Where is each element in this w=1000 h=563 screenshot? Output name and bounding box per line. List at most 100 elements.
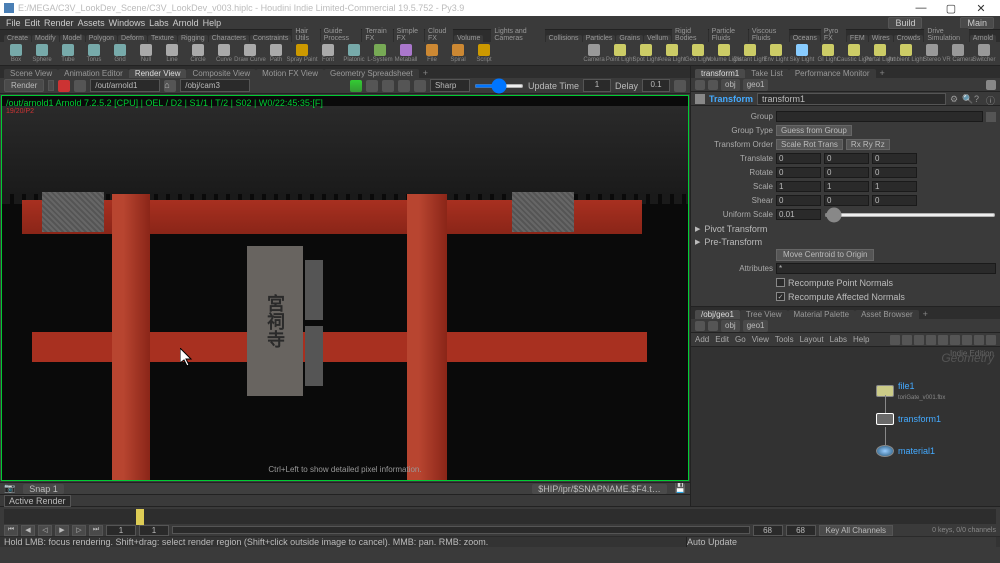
net-tool-icon[interactable]: [962, 335, 972, 345]
shelf-set-dropdown[interactable]: Main: [960, 17, 994, 29]
shelf-tool-stereo[interactable]: Stereo: [920, 44, 944, 64]
tab-geo-spreadsheet[interactable]: Geometry Spreadsheet: [324, 69, 419, 78]
node-material[interactable]: material1: [876, 445, 935, 457]
net-tool-icon[interactable]: [914, 335, 924, 345]
tab-anim-editor[interactable]: Animation Editor: [58, 69, 129, 78]
net-menu-help[interactable]: Help: [853, 335, 869, 344]
net-tool-icon[interactable]: [938, 335, 948, 345]
zoom-slider[interactable]: [474, 84, 524, 88]
aov-icon[interactable]: [350, 80, 362, 92]
prev-frame-button[interactable]: ◀: [21, 525, 35, 536]
pivot-transform-toggle[interactable]: ▶Pivot Transform: [695, 222, 996, 235]
node-name-field[interactable]: transform1: [757, 93, 946, 105]
shelf-tool-point-light[interactable]: Point Light: [608, 44, 632, 64]
nav-back-icon[interactable]: [695, 321, 705, 331]
shelf-tab[interactable]: Drive Simulation: [924, 28, 968, 42]
output-path[interactable]: $HIP/ipr/$SNAPNAME.$F4.t…: [532, 484, 667, 494]
key-all-button[interactable]: Key All Channels: [819, 525, 893, 536]
tab-perfmon[interactable]: Performance Monitor: [789, 69, 876, 78]
net-menu-layout[interactable]: Layout: [800, 335, 824, 344]
menu-file[interactable]: File: [6, 18, 21, 28]
shelf-tool-spiral[interactable]: Spiral: [446, 44, 470, 64]
attributes-field[interactable]: *: [776, 263, 996, 274]
active-render-dropdown[interactable]: Active Render: [4, 495, 71, 507]
end-frame-field[interactable]: 68: [753, 525, 783, 536]
group-picker-icon[interactable]: [986, 112, 996, 122]
tab-network[interactable]: /obj/geo1: [695, 310, 740, 319]
stop-render-icon[interactable]: [58, 80, 70, 92]
shelf-tab[interactable]: Guide Process: [321, 28, 362, 42]
path-segment-obj[interactable]: obj: [721, 79, 740, 91]
shelf-tool-script[interactable]: Script: [472, 44, 496, 64]
tab-tree-view[interactable]: Tree View: [740, 310, 788, 319]
render-button[interactable]: Render: [4, 79, 44, 92]
net-tool-icon[interactable]: [902, 335, 912, 345]
net-tool-icon[interactable]: [974, 335, 984, 345]
correction-icon[interactable]: [366, 80, 378, 92]
rot-order-dropdown[interactable]: Rx Ry Rz: [846, 139, 890, 150]
first-frame-button[interactable]: ⏮: [4, 525, 18, 536]
shelf-tab[interactable]: Arnold: [970, 35, 996, 42]
shelf-tool-curve[interactable]: Curve: [212, 44, 236, 64]
tab-render-view[interactable]: Render View: [129, 69, 187, 78]
display-mode-dropdown[interactable]: Sharp: [430, 79, 470, 92]
search-icon[interactable]: 🔍: [962, 94, 972, 104]
shelf-tool-distant-light[interactable]: Distant Light: [738, 44, 762, 64]
path-segment-geo[interactable]: geo1: [743, 320, 769, 332]
timeline-track[interactable]: [4, 509, 996, 524]
net-menu-add[interactable]: Add: [695, 335, 709, 344]
tab-composite-view[interactable]: Composite View: [186, 69, 256, 78]
shelf-tool-tube[interactable]: Tube: [56, 44, 80, 64]
shelf-tool-spray-paint[interactable]: Spray Paint: [290, 44, 314, 64]
nav-fwd-icon[interactable]: [708, 80, 718, 90]
shelf-tab[interactable]: Viscous Fluids: [749, 28, 789, 42]
shelf-tab[interactable]: Hair Utils: [292, 28, 319, 42]
shelf-tool-switcher[interactable]: Switcher: [972, 44, 996, 64]
nav-fwd-icon[interactable]: [708, 321, 718, 331]
nav-back-icon[interactable]: [695, 80, 705, 90]
frame-scrub[interactable]: [172, 526, 750, 534]
shelf-tool-box[interactable]: Box: [4, 44, 28, 64]
shelf-tab[interactable]: Rigid Bodies: [672, 28, 708, 42]
shelf-tab[interactable]: Rigging: [178, 35, 208, 42]
tab-take-list[interactable]: Take List: [745, 69, 789, 78]
menu-render[interactable]: Render: [44, 18, 74, 28]
menu-arnold[interactable]: Arnold: [173, 18, 199, 28]
shelf-tab[interactable]: Cloud FX: [425, 28, 453, 42]
shelf-tool-area-light[interactable]: Area Light: [660, 44, 684, 64]
tab-motionfx-view[interactable]: Motion FX View: [256, 69, 324, 78]
camera-path-dropdown[interactable]: /obj/cam3: [180, 79, 250, 92]
translate-z[interactable]: 0: [872, 153, 917, 164]
shelf-tab[interactable]: Wires: [869, 35, 893, 42]
path-segment-geo[interactable]: geo1: [743, 79, 769, 91]
shelf-tool-camera[interactable]: Camera: [582, 44, 606, 64]
help-icon[interactable]: ?: [974, 94, 984, 104]
inspect-icon[interactable]: [398, 80, 410, 92]
net-tool-icon[interactable]: [986, 335, 996, 345]
shelf-tool-file[interactable]: File: [420, 44, 444, 64]
shelf-tab[interactable]: FEM: [847, 35, 868, 42]
shelf-tool-line[interactable]: Line: [160, 44, 184, 64]
shelf-tab[interactable]: Model: [60, 35, 85, 42]
shelf-tool-l-system[interactable]: L-System: [368, 44, 392, 64]
shelf-tool-spot-light[interactable]: Spot Light: [634, 44, 658, 64]
pre-transform-toggle[interactable]: ▶Pre-Transform: [695, 235, 996, 248]
shelf-tool-caustic-light[interactable]: Caustic Light: [842, 44, 866, 64]
save-icon[interactable]: 💾: [675, 483, 686, 494]
net-tool-icon[interactable]: [926, 335, 936, 345]
link-icon[interactable]: [674, 80, 686, 92]
network-canvas[interactable]: Indie Edition Geometry file1toriGate_v00…: [691, 347, 1000, 506]
menu-edit[interactable]: Edit: [25, 18, 41, 28]
camera-icon[interactable]: ⌂: [164, 80, 176, 92]
add-pane-tab[interactable]: +: [919, 309, 932, 319]
pin-icon[interactable]: [986, 80, 996, 90]
shelf-tool-env-light[interactable]: Env Light: [764, 44, 788, 64]
net-menu-tools[interactable]: Tools: [775, 335, 794, 344]
shelf-tab[interactable]: Create: [4, 35, 31, 42]
menu-labs[interactable]: Labs: [149, 18, 169, 28]
shelf-tab[interactable]: Crowds: [894, 35, 924, 42]
auto-update-toggle[interactable]: Auto Update: [686, 537, 996, 547]
xform-order-dropdown[interactable]: Scale Rot Trans: [776, 139, 843, 150]
snap-label[interactable]: Snap 1: [23, 484, 64, 494]
shelf-tool-font[interactable]: Font: [316, 44, 340, 64]
